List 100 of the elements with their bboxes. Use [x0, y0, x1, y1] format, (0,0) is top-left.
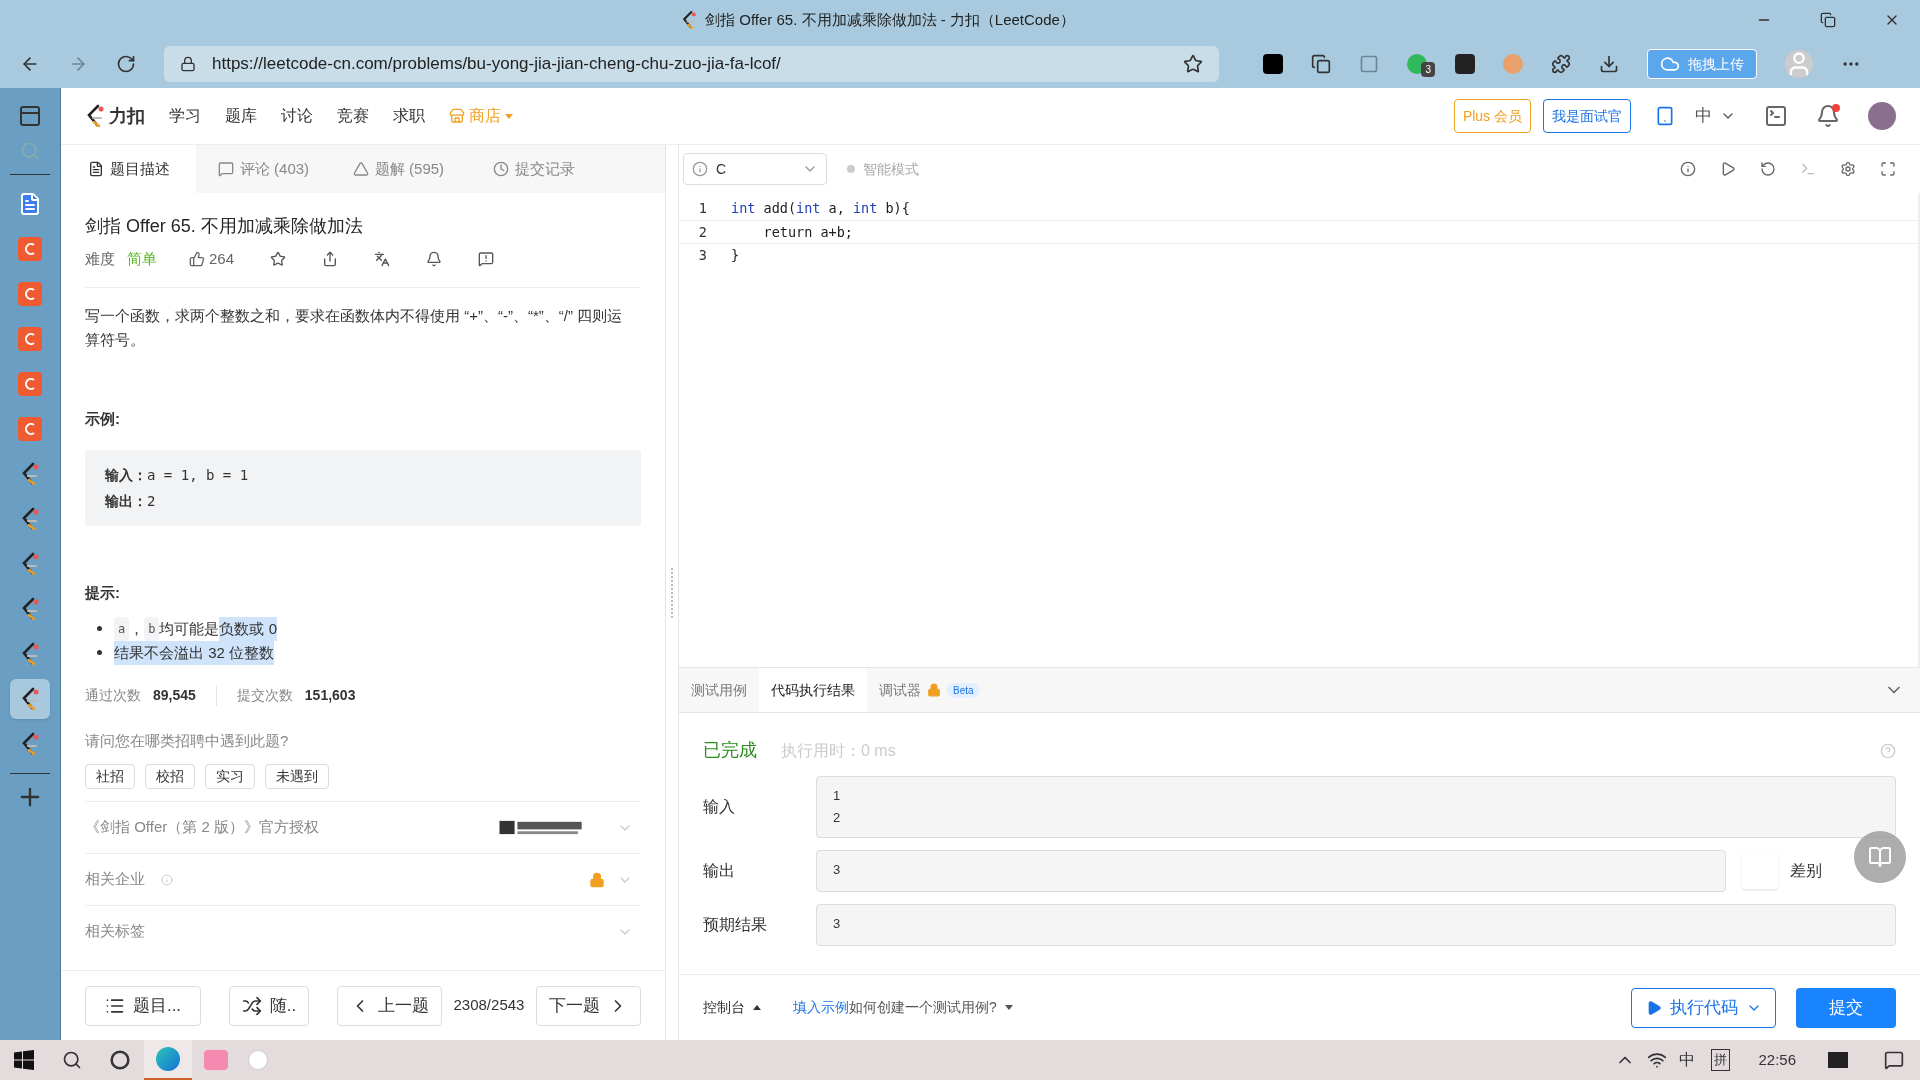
browser-taskbar-icon[interactable] — [144, 1040, 192, 1080]
windows-start-icon[interactable] — [14, 1050, 34, 1070]
survey-tag[interactable]: 实习 — [205, 764, 255, 789]
collapsible-section[interactable]: 相关标签 — [85, 905, 641, 957]
site-logo[interactable]: 力扣 — [109, 102, 145, 130]
pinyin-indicator[interactable]: 拼 — [1711, 1049, 1731, 1071]
result-field: 1 2 — [816, 776, 1896, 838]
share-icon[interactable] — [322, 251, 339, 268]
like-button[interactable]: 264 — [189, 248, 235, 271]
notification-center-icon[interactable] — [1884, 1050, 1904, 1070]
flask-icon — [352, 161, 369, 177]
task-view-icon[interactable] — [110, 1050, 130, 1070]
collapsible-section[interactable]: 相关企业 — [85, 853, 641, 905]
c-letter-icon — [18, 237, 42, 261]
language-dropdown[interactable]: 中 — [1695, 103, 1736, 129]
clock[interactable]: 22:56 — [1758, 1048, 1796, 1072]
reload-icon[interactable] — [116, 54, 136, 74]
nav-link[interactable]: 讨论 — [281, 104, 313, 128]
nav-link[interactable]: 学习 — [169, 104, 201, 128]
clock-icon — [492, 161, 509, 177]
previous-button[interactable]: 上一题 — [336, 985, 442, 1026]
leetcode-logo-icon — [20, 687, 40, 711]
avatar[interactable] — [1868, 102, 1896, 130]
difficulty-value: 简单 — [127, 249, 157, 269]
leetcode-logo-icon — [20, 552, 40, 576]
cloud-icon — [1660, 54, 1680, 74]
feedback-icon[interactable] — [478, 251, 495, 268]
stat-value: 89,545 — [153, 685, 196, 705]
info-icon[interactable] — [1680, 161, 1696, 177]
run-icon[interactable] — [1720, 161, 1736, 177]
help-dropdown[interactable]: 如何创建一个测试用例? — [849, 997, 1013, 1018]
ime-indicator[interactable]: 中 — [1679, 1048, 1696, 1072]
stat-label: 通过次数 — [85, 685, 141, 705]
survey-tag[interactable]: 未遇到 — [265, 764, 329, 789]
survey-question: 请问您在哪类招聘中遇到此题? — [85, 730, 290, 751]
stat-label: 提交次数 — [236, 685, 293, 705]
leetcode-logo-icon — [20, 642, 40, 666]
hints-heading: 提示: — [85, 583, 121, 603]
settings-icon[interactable] — [1840, 161, 1856, 177]
leetcode-logo-icon — [20, 462, 40, 486]
code-line: } — [730, 246, 740, 265]
survey-tag[interactable]: 校招 — [145, 764, 195, 789]
thumbs-up-icon — [189, 251, 205, 268]
result-field: 3 — [816, 904, 1896, 946]
language-select[interactable]: C — [683, 153, 827, 185]
search-icon[interactable] — [62, 1050, 82, 1070]
console-button[interactable]: 控制台 — [703, 997, 761, 1018]
stat-value: 151,603 — [304, 685, 356, 705]
difficulty-label: 难度 — [85, 249, 115, 269]
collections-icon[interactable] — [1311, 54, 1331, 74]
nav-link[interactable]: 竞赛 — [337, 104, 369, 128]
run-code-button[interactable]: 执行代码 — [1631, 987, 1776, 1028]
document-icon — [18, 192, 42, 216]
download-icon[interactable] — [1599, 54, 1619, 74]
lock-icon — [927, 683, 941, 697]
next-button[interactable]: 下一题 — [536, 985, 641, 1026]
hint-item: 结果不会溢出 32 位整数 — [114, 640, 275, 665]
extensions-icon[interactable] — [1551, 54, 1571, 74]
restore-icon[interactable] — [1820, 12, 1836, 28]
bullet-icon — [97, 650, 102, 655]
random-button[interactable]: 随.. — [229, 985, 309, 1026]
star-icon[interactable] — [270, 251, 287, 268]
line-number: 1 — [697, 199, 708, 218]
nav-link[interactable]: 题库 — [225, 104, 257, 128]
reset-icon[interactable] — [1760, 161, 1776, 177]
window-title: 剑指 Offer 65. 不用加减乘除做加法 - 力扣（LeetCode） — [705, 9, 1075, 30]
leetcode-logo-icon — [20, 732, 40, 756]
terminal-icon[interactable] — [1764, 104, 1788, 128]
collapsible-section[interactable]: 《剑指 Offer（第 2 版）》官方授权 — [85, 801, 641, 853]
tab-panel-icon[interactable] — [18, 104, 42, 128]
fill-example-link[interactable]: 填入示例 — [793, 997, 849, 1018]
extension-icon[interactable] — [1455, 54, 1475, 74]
field-label: 输出 — [703, 861, 736, 881]
result-tab[interactable]: 代码执行结果 — [759, 668, 867, 712]
extension-badge: 3 — [1421, 62, 1435, 77]
problem-title: 剑指 Offer 65. 不用加减乘除做加法 — [85, 215, 364, 238]
submit-button[interactable]: 提交 — [1796, 987, 1896, 1028]
address-bar[interactable]: https://leetcode-cn.com/problems/bu-yong-jia-jian-cheng-chu-zuo-jia-fa-lcof/ — [164, 46, 1219, 82]
tablet-icon[interactable] — [1655, 106, 1675, 126]
bell-icon[interactable] — [426, 251, 443, 268]
problem-list-button[interactable]: 题目... — [85, 985, 201, 1026]
survey-tag[interactable]: 社招 — [85, 764, 135, 789]
hint-item: a ， b 均可能是负数或 0 — [114, 616, 277, 641]
example-block: 输入：a = 1, b = 1 输出：2 — [85, 450, 641, 526]
result-tab[interactable]: 调试器 Beta — [867, 668, 992, 712]
caret-icon — [753, 1005, 761, 1010]
nav-link[interactable]: 求职 — [393, 104, 425, 128]
notification-icon[interactable] — [1816, 104, 1840, 128]
panel-tab[interactable]: 题目描述 — [61, 145, 196, 193]
result-tab[interactable]: 测试用例 — [679, 668, 759, 712]
fullscreen-icon[interactable] — [1880, 161, 1896, 177]
splitter-handle[interactable] — [671, 567, 673, 618]
vertical-tab[interactable] — [10, 679, 50, 719]
translate-icon[interactable] — [374, 251, 391, 268]
extension-icon[interactable] — [1263, 54, 1283, 74]
line-number: 3 — [697, 246, 708, 265]
interviewer-button[interactable]: 我是面试官 — [1543, 99, 1631, 133]
c-letter-icon — [18, 282, 42, 306]
wifi-icon[interactable] — [1647, 1050, 1668, 1070]
info-icon — [161, 873, 173, 886]
